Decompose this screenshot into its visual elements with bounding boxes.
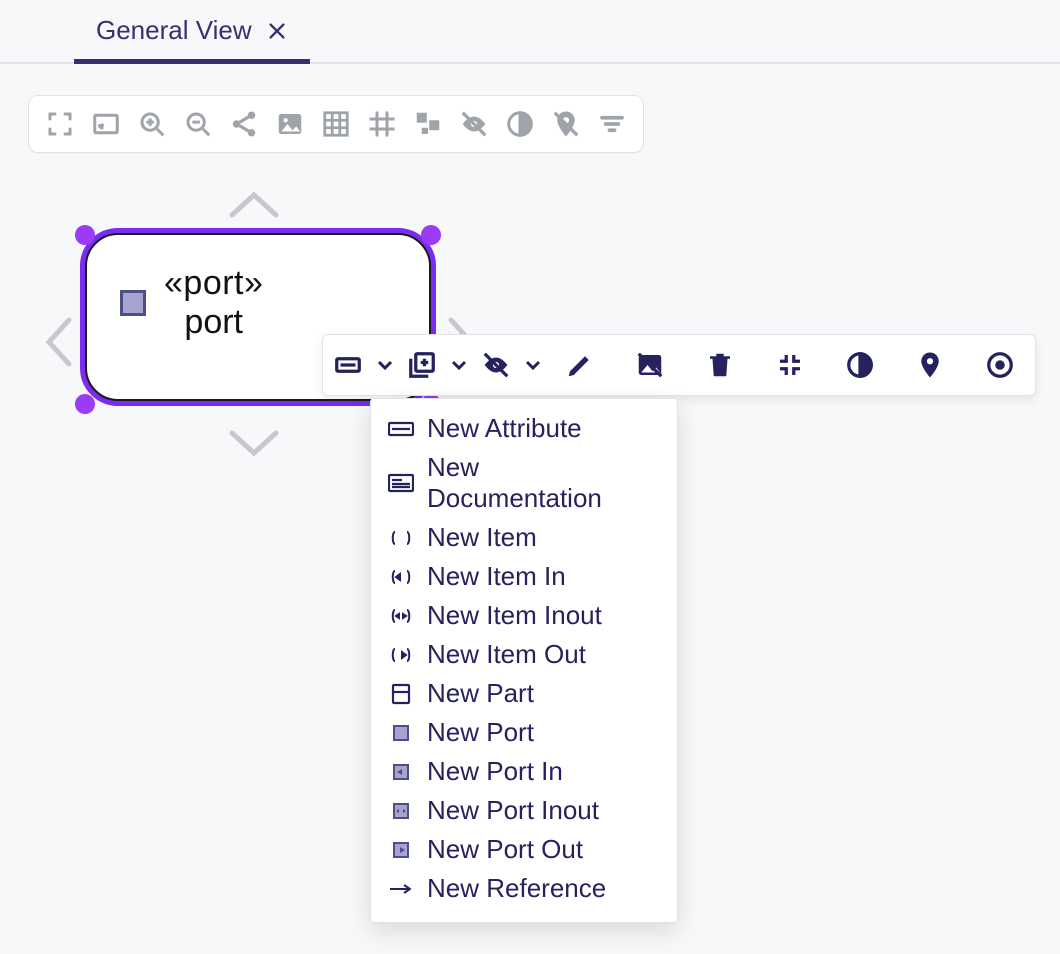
node-name: port: [184, 303, 243, 342]
diagram-canvas[interactable]: «port» port New Attribute New Documentat…: [0, 64, 1060, 954]
node-labels: «port» port: [164, 264, 263, 342]
menu-item-label: New Port In: [427, 756, 563, 787]
menu-item-new-port-out[interactable]: New Port Out: [381, 830, 667, 869]
add-box-icon[interactable]: [397, 334, 447, 396]
context-toolbar: [322, 334, 1036, 396]
menu-item-new-port-in[interactable]: New Port In: [381, 752, 667, 791]
menu-item-new-reference[interactable]: New Reference: [381, 869, 667, 908]
menu-item-label: New Port Out: [427, 834, 583, 865]
node-content: «port» port: [120, 264, 263, 342]
menu-item-label: New Item: [427, 522, 537, 553]
tab-strip: General View: [0, 0, 1060, 64]
port-out-icon: [387, 839, 415, 861]
create-menu: New Attribute New Documentation New Item…: [370, 398, 678, 923]
location-icon[interactable]: [895, 334, 965, 396]
part-icon: [387, 683, 415, 705]
port-icon: [387, 722, 415, 744]
port-icon: [120, 290, 146, 316]
port-in-icon: [387, 761, 415, 783]
collapse-icon[interactable]: [755, 334, 825, 396]
menu-item-label: New Port: [427, 717, 534, 748]
resize-handle[interactable]: [75, 225, 95, 245]
menu-item-label: New Item Out: [427, 639, 586, 670]
image-off-icon[interactable]: [615, 334, 685, 396]
menu-item-label: New Documentation: [427, 452, 661, 514]
menu-item-new-port[interactable]: New Port: [381, 713, 667, 752]
menu-item-new-port-inout[interactable]: New Port Inout: [381, 791, 667, 830]
menu-item-label: New Attribute: [427, 413, 582, 444]
menu-item-label: New Reference: [427, 873, 606, 904]
chevron-down-icon[interactable]: [373, 334, 397, 396]
menu-item-label: New Part: [427, 678, 534, 709]
chevron-down-icon[interactable]: [447, 334, 471, 396]
menu-item-new-item-inout[interactable]: New Item Inout: [381, 596, 667, 635]
item-out-icon: [387, 644, 415, 666]
menu-item-new-item-out[interactable]: New Item Out: [381, 635, 667, 674]
tab-label: General View: [96, 15, 252, 46]
resize-handle[interactable]: [75, 394, 95, 414]
menu-item-new-item[interactable]: New Item: [381, 518, 667, 557]
move-up-icon[interactable]: [224, 187, 284, 223]
node-stereotype: «port»: [164, 264, 263, 303]
target-icon[interactable]: [965, 334, 1035, 396]
menu-item-new-part[interactable]: New Part: [381, 674, 667, 713]
visibility-off-icon[interactable]: [471, 334, 521, 396]
delete-icon[interactable]: [685, 334, 755, 396]
close-icon[interactable]: [266, 20, 288, 42]
edit-icon[interactable]: [545, 334, 615, 396]
menu-item-new-attribute[interactable]: New Attribute: [381, 409, 667, 448]
move-left-icon[interactable]: [41, 312, 77, 372]
item-icon: [387, 527, 415, 549]
menu-item-label: New Item In: [427, 561, 566, 592]
reference-icon: [387, 878, 415, 900]
item-inout-icon: [387, 605, 415, 627]
menu-item-label: New Item Inout: [427, 600, 602, 631]
port-inout-icon: [387, 800, 415, 822]
item-in-icon: [387, 566, 415, 588]
attribute-icon: [387, 418, 415, 440]
container-icon[interactable]: [323, 334, 373, 396]
menu-item-new-item-in[interactable]: New Item In: [381, 557, 667, 596]
chevron-down-icon[interactable]: [521, 334, 545, 396]
documentation-icon: [387, 472, 415, 494]
menu-item-label: New Port Inout: [427, 795, 599, 826]
contrast-icon[interactable]: [825, 334, 895, 396]
tab-general-view[interactable]: General View: [74, 0, 310, 64]
resize-handle[interactable]: [421, 225, 441, 245]
menu-item-new-documentation[interactable]: New Documentation: [381, 448, 667, 518]
move-down-icon[interactable]: [224, 425, 284, 461]
